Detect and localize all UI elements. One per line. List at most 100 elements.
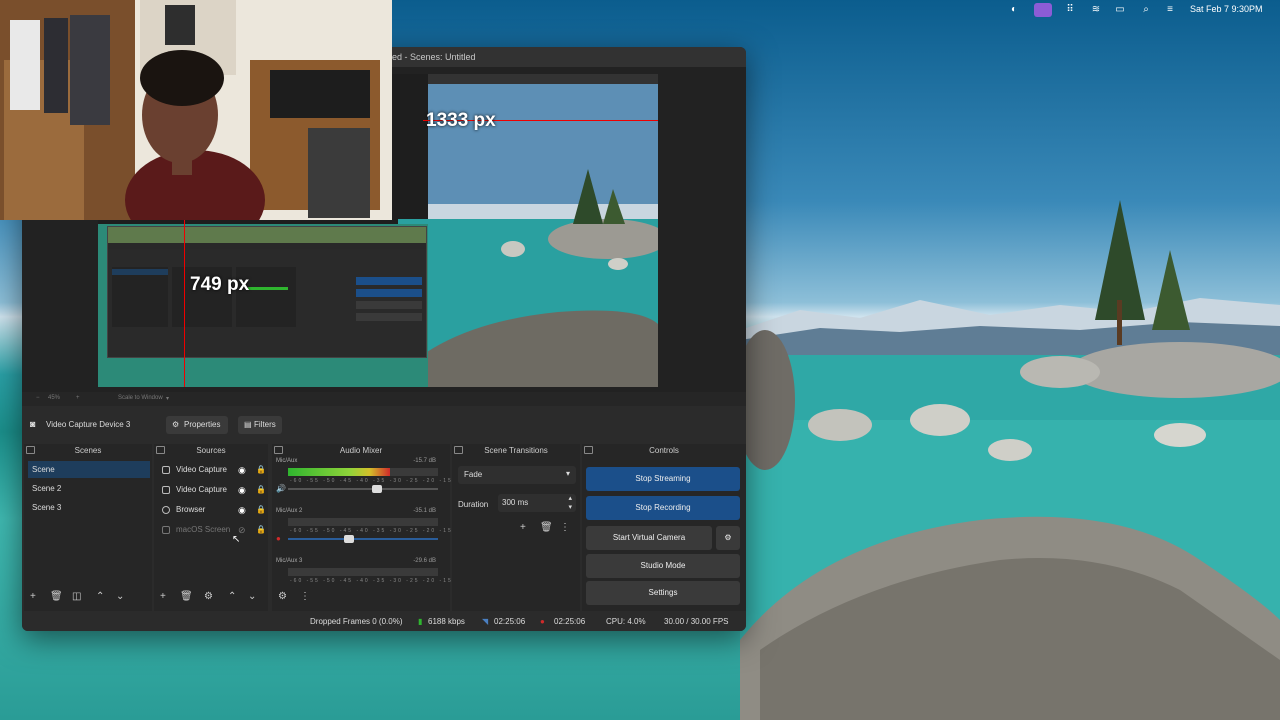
- zoom-out-button[interactable]: −: [36, 395, 40, 401]
- wifi-icon[interactable]: ≋: [1090, 4, 1102, 16]
- source-item[interactable]: Video Capture ◉ 🔒: [158, 481, 268, 499]
- volume-knob[interactable]: [344, 535, 354, 543]
- scene-item[interactable]: Scene: [28, 461, 150, 478]
- control-center-icon[interactable]: ≡: [1164, 4, 1176, 16]
- channel-db: -15.7 dB: [413, 458, 436, 464]
- mixer-channel: Mic/Aux -15.7 dB -60 -55 -50 -45 -40 -35…: [276, 458, 487, 508]
- source-name: Video Capture: [176, 485, 227, 494]
- dock-float-icon[interactable]: [274, 446, 283, 454]
- start-virtual-camera-button[interactable]: Start Virtual Camera: [586, 526, 712, 550]
- speaker-icon[interactable]: 🔊: [276, 484, 286, 493]
- studio-mode-button[interactable]: Studio Mode: [586, 554, 740, 578]
- channel-name: Mic/Aux: [276, 458, 298, 464]
- source-item[interactable]: macOS Screen ⊘ 🔒: [158, 521, 268, 539]
- transitions-title: Scene Transitions: [484, 446, 548, 455]
- sources-title: Sources: [196, 446, 226, 455]
- move-down-icon[interactable]: ⌄: [116, 591, 124, 603]
- camera-icon: [162, 466, 170, 474]
- lock-icon[interactable]: 🔒: [256, 481, 266, 499]
- battery-icon[interactable]: ▭: [1114, 4, 1126, 16]
- nested-obs-preview: [107, 226, 427, 358]
- controls-header: Controls: [582, 444, 746, 458]
- scene-transitions-dock: Scene Transitions Fade ▾ Duration 300 ms…: [452, 444, 580, 611]
- add-scene-icon[interactable]: +: [30, 591, 36, 603]
- remove-source-icon[interactable]: 🗑: [180, 591, 193, 603]
- transition-select[interactable]: Fade ▾: [458, 466, 576, 484]
- monitor-icon: [162, 526, 170, 534]
- globe-icon: [162, 506, 170, 514]
- fps-readout: 30.00 / 30.00 FPS: [664, 617, 729, 626]
- channel-db: -35.1 dB: [413, 508, 436, 514]
- camera-icon: [162, 486, 170, 494]
- eye-icon[interactable]: ◉: [238, 481, 246, 499]
- filters-button[interactable]: ▤ Filters: [238, 416, 282, 434]
- volume-meter: [288, 518, 438, 526]
- chevron-down-icon[interactable]: ▾: [166, 395, 169, 402]
- move-down-icon[interactable]: ⌄: [248, 591, 256, 603]
- webcam-overlay: [0, 0, 392, 220]
- channel-db: -29.6 dB: [413, 558, 436, 564]
- cpu-usage: CPU: 4.0%: [606, 617, 646, 626]
- scale-mode-select[interactable]: Scale to Window: [118, 395, 163, 401]
- audio-mixer-dock: Audio Mixer Mic/Aux -15.7 dB -60 -55 -50…: [272, 444, 487, 611]
- search-icon[interactable]: ⌕: [1140, 4, 1152, 16]
- dock-float-icon[interactable]: [156, 446, 165, 454]
- add-transition-icon[interactable]: +: [520, 522, 526, 534]
- channel-name: Mic/Aux 3: [276, 558, 303, 564]
- source-item[interactable]: Video Capture ◉ 🔒: [158, 461, 268, 479]
- remove-transition-icon[interactable]: 🗑: [540, 522, 553, 534]
- source-name: macOS Screen: [176, 525, 231, 534]
- transition-type: Fade: [464, 470, 483, 479]
- grid-icon[interactable]: ⠿: [1064, 4, 1076, 16]
- screen-mirror-icon[interactable]: [1034, 3, 1052, 17]
- scene-filters-icon[interactable]: ◫: [72, 591, 81, 603]
- scene-item[interactable]: Scene 2: [28, 480, 150, 497]
- eye-icon[interactable]: ◉: [238, 461, 246, 479]
- gear-icon[interactable]: ⚙: [204, 591, 213, 603]
- stepper-icon[interactable]: ▴ ▾: [568, 494, 572, 512]
- gear-icon: ⚙: [724, 533, 732, 542]
- menu-bar-clock[interactable]: Sat Feb 7 9:30PM: [1190, 4, 1263, 14]
- duration-field[interactable]: 300 ms ▴ ▾: [498, 494, 576, 512]
- selected-source-name: Video Capture Device 3: [46, 420, 131, 429]
- dock-float-icon[interactable]: [26, 446, 35, 454]
- muted-speaker-icon[interactable]: ●: [276, 534, 281, 543]
- volume-slider[interactable]: [288, 535, 438, 543]
- volume-meter: [288, 468, 438, 476]
- remove-scene-icon[interactable]: 🗑: [50, 591, 63, 603]
- stream-time: 02:25:06: [494, 617, 526, 626]
- move-up-icon[interactable]: ⌃: [228, 591, 236, 603]
- bitrate: 6188 kbps: [428, 617, 465, 626]
- record-icon: ●: [540, 617, 545, 626]
- volume-slider[interactable]: [288, 485, 438, 493]
- eye-icon[interactable]: ◉: [238, 501, 246, 519]
- dock-float-icon[interactable]: [454, 446, 463, 454]
- lock-icon[interactable]: 🔒: [256, 461, 266, 479]
- properties-button[interactable]: ⚙ Properties: [166, 416, 228, 434]
- stream-icon: ◥: [482, 617, 489, 626]
- stop-streaming-button[interactable]: Stop Streaming: [586, 467, 740, 491]
- camera-icon: ◙: [30, 419, 36, 429]
- volume-knob[interactable]: [372, 485, 382, 493]
- settings-button[interactable]: Settings: [586, 581, 740, 605]
- filters-label: Filters: [254, 420, 276, 429]
- lock-icon[interactable]: 🔒: [256, 501, 266, 519]
- source-name: Video Capture: [176, 465, 227, 474]
- lock-icon[interactable]: 🔒: [256, 521, 266, 539]
- audio-mixer-header: Audio Mixer: [272, 444, 450, 458]
- mixer-settings-icon[interactable]: ⚙: [278, 591, 287, 603]
- add-source-icon[interactable]: +: [160, 591, 166, 603]
- more-options-icon[interactable]: ⋮: [300, 591, 310, 603]
- source-item[interactable]: Browser ◉ 🔒: [158, 501, 268, 519]
- zoom-in-button[interactable]: +: [76, 395, 80, 401]
- dock-float-icon[interactable]: [584, 446, 593, 454]
- scene-item[interactable]: Scene 3: [28, 499, 150, 516]
- virtual-camera-settings-button[interactable]: ⚙: [716, 526, 740, 550]
- height-guide-line: [184, 216, 185, 387]
- zoom-level: 45%: [48, 395, 61, 401]
- more-options-icon[interactable]: ⋮: [560, 522, 570, 534]
- stop-recording-button[interactable]: Stop Recording: [586, 496, 740, 520]
- status-icon[interactable]: ◐: [1008, 4, 1020, 16]
- gear-icon: ⚙: [172, 420, 180, 429]
- move-up-icon[interactable]: ⌃: [96, 591, 104, 603]
